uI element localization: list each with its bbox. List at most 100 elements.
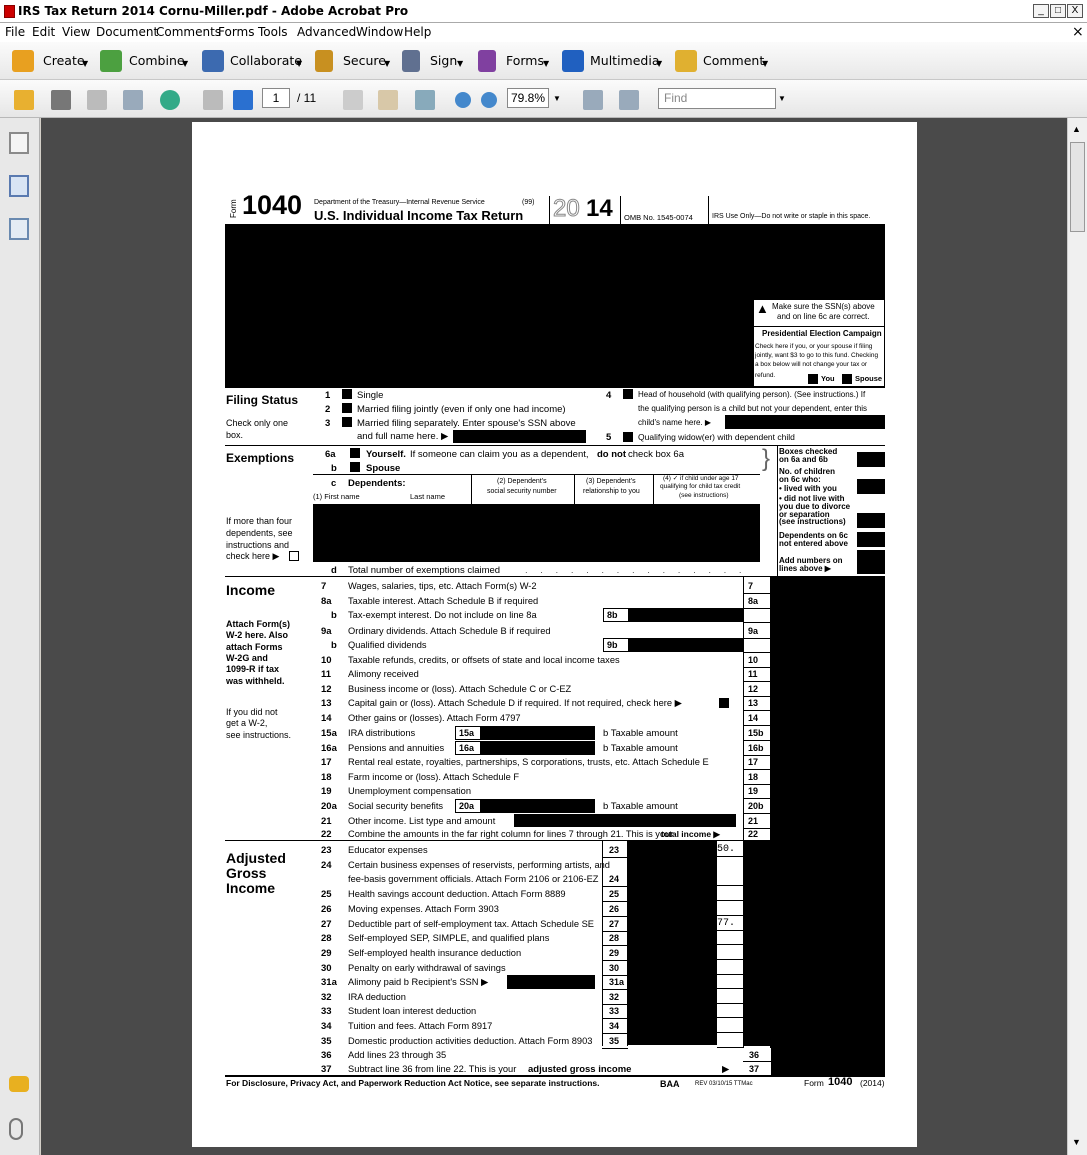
agi-mid-box-label: 24 — [609, 874, 620, 884]
dependents-label: Dependents: — [348, 478, 406, 489]
income-line-text: Taxable refunds, credits, or offsets of … — [348, 655, 620, 665]
pec-you-checkbox[interactable] — [808, 374, 818, 384]
income-line-number: 9a — [321, 626, 332, 637]
agi-line-number: 31a — [321, 977, 337, 988]
agi-mid-box-label: 30 — [609, 963, 620, 973]
head-of-household-checkbox[interactable] — [623, 389, 633, 399]
arrow-right-icon: ▶ — [722, 1064, 730, 1075]
dependent-ssn-header: social security number — [487, 488, 557, 495]
agi-line-bold: adjusted gross income — [528, 1064, 632, 1075]
code-99: (99) — [522, 199, 535, 206]
agi-line-text: Tuition and fees. Attach Form 8917 — [348, 1021, 493, 1031]
income-line-bold: total income ▶ — [661, 829, 720, 839]
agi-mid-box-label: 34 — [609, 1021, 620, 1031]
pdf-page: Form 1040 Department of the Treasury—Int… — [192, 122, 917, 1147]
yourself-label: Yourself. — [366, 449, 406, 460]
yourself-checkbox[interactable] — [350, 448, 360, 458]
income-line-text: Rental real estate, royalties, partnersh… — [348, 757, 709, 767]
form-label: Form — [229, 199, 238, 218]
agi-heading: Income — [226, 880, 276, 896]
taxable-amount-label: b Taxable amount — [603, 728, 678, 739]
year-outline: 20 — [553, 195, 581, 223]
spouse-label: Spouse — [366, 463, 401, 474]
agi-line-number: 27 — [321, 919, 332, 930]
income-right-box-label: 14 — [748, 713, 759, 723]
married-jointly-checkbox[interactable] — [342, 403, 352, 413]
redacted-name-block — [225, 225, 885, 299]
income-line-text: Taxable interest. Attach Schedule B if r… — [348, 596, 539, 606]
redacted-spouse-name — [453, 430, 586, 443]
capital-gain-checkbox[interactable] — [719, 698, 729, 708]
redacted-amount — [481, 741, 595, 755]
agi-heading: Gross — [226, 865, 267, 881]
agi-line-number: 24 — [321, 860, 332, 871]
agi-line-number: 29 — [321, 948, 332, 959]
attach-note: attach Forms — [226, 642, 283, 652]
dependent-relationship-header: (3) Dependent's — [586, 478, 636, 485]
income-line-number: 7 — [321, 581, 327, 592]
income-right-box-label: 16b — [748, 743, 764, 753]
income-line-number: 10 — [321, 655, 332, 666]
income-right-box-label: 22 — [748, 829, 759, 839]
agi-mid-box-label: 29 — [609, 948, 620, 958]
agi-line-text: Subtract line 36 from line 22. This is y… — [348, 1064, 517, 1074]
income-mid-box-label: 8b — [607, 610, 618, 620]
income-line-number: 11 — [321, 669, 332, 680]
dependent-relationship-header: relationship to you — [583, 488, 640, 495]
pec-text: refund. — [755, 372, 776, 379]
agi-mid-box-label: 28 — [609, 933, 620, 943]
yourself-text: If someone can claim you as a dependent, — [410, 449, 589, 460]
income-right-box-label: 18 — [748, 772, 759, 782]
hoh-child-label: child's name here. ▶ — [638, 418, 712, 427]
redacted-box — [857, 513, 885, 528]
pec-spouse-checkbox[interactable] — [842, 374, 852, 384]
agi-mid-box-label: 23 — [609, 845, 620, 855]
income-right-box-label: 7 — [748, 581, 754, 591]
income-line-number: 18 — [321, 772, 332, 783]
more-dependents-note: instructions and — [226, 540, 290, 550]
income-line-text: Business income or (loss). Attach Schedu… — [348, 684, 572, 694]
married-separately-checkbox[interactable] — [342, 417, 352, 427]
redacted-agi-right — [744, 841, 770, 1046]
income-mid-box-label: 15a — [459, 728, 475, 738]
income-line-text: Qualified dividends — [348, 640, 427, 650]
attach-note: Attach Form(s) — [226, 619, 291, 629]
spouse-checkbox[interactable] — [350, 462, 360, 472]
redacted-agi-amounts — [628, 841, 717, 1045]
no-w2-note: If you did not — [226, 707, 278, 717]
agi-mid-box-label: 26 — [609, 904, 620, 914]
total-exemptions-label: Total number of exemptions claimed — [348, 565, 501, 576]
agi-mid-box-label: 31a — [609, 977, 625, 987]
pec-title: Presidential Election Campaign — [762, 329, 882, 338]
income-line-number: 17 — [321, 757, 332, 768]
qualifying-widow-checkbox[interactable] — [623, 432, 633, 442]
agi-line-text: Alimony paid b Recipient's SSN ▶ — [348, 977, 489, 987]
income-right-box-label: 17 — [748, 757, 759, 767]
agi-mid-box-label: 33 — [609, 1006, 620, 1016]
redacted-dependents — [313, 504, 760, 562]
income-right-box-label: 20b — [748, 801, 764, 811]
agi-line-text2: fee-basis government officials. Attach F… — [348, 874, 599, 884]
footer-form-number: 1040 — [828, 1076, 853, 1088]
agi-line-number: 33 — [321, 1006, 332, 1017]
agi-line-number: 37 — [321, 1064, 332, 1075]
agi-line-number: 32 — [321, 992, 332, 1003]
exemptions-right-label: (see instructions) — [779, 517, 846, 526]
income-line-text: IRA distributions — [348, 728, 416, 738]
agi-amount-value: 50. — [717, 844, 736, 855]
exemptions-right-label: • lived with you — [779, 484, 837, 493]
filing-status-note: box. — [226, 430, 244, 440]
exemptions-right-label: lines above ▶ — [779, 564, 831, 573]
single-checkbox[interactable] — [342, 389, 352, 399]
agi-amount-value: 77. — [717, 918, 736, 929]
income-right-box-label: 11 — [748, 669, 758, 679]
redacted-box — [857, 532, 885, 547]
income-line-number: 12 — [321, 684, 332, 695]
redacted-box — [857, 479, 885, 494]
income-line-number: 21 — [321, 816, 332, 827]
footer-baa: BAA — [660, 1079, 680, 1089]
married-jointly-label: Married filing jointly (even if only one… — [357, 404, 566, 415]
more-dependents-checkbox[interactable] — [289, 551, 299, 561]
hoh-label: Head of household (with qualifying perso… — [638, 390, 866, 399]
more-dependents-note: If more than four — [226, 516, 293, 526]
